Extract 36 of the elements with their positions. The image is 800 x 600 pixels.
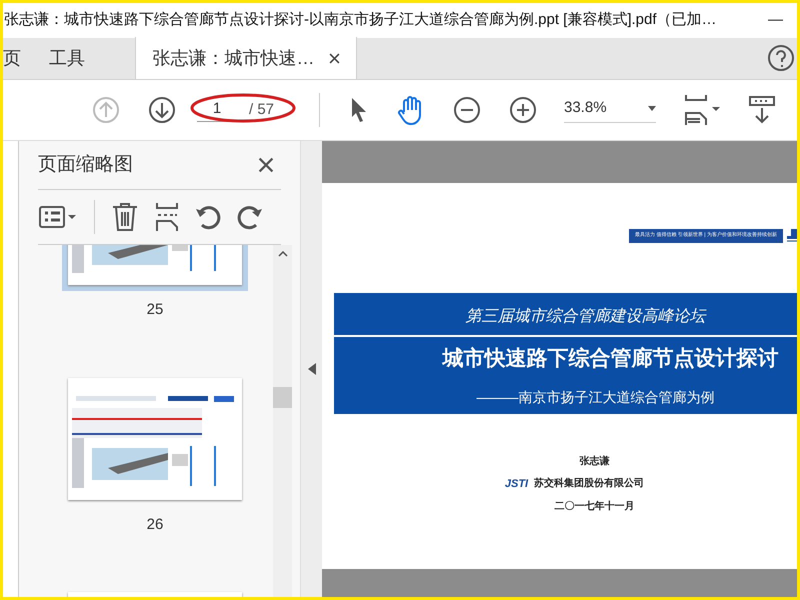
scroll-thumb[interactable] [273, 387, 292, 408]
scroll-mode-icon[interactable] [748, 94, 776, 126]
page-total: / 57 [249, 100, 274, 120]
slide-caption: ———南京市扬子江大道综合管廊为例 [476, 388, 714, 406]
zoom-dropdown[interactable]: 33.8% [564, 97, 656, 123]
options-icon[interactable] [38, 205, 78, 229]
panel-title: 页面缩略图 [38, 152, 133, 177]
page-break-icon[interactable] [155, 202, 179, 232]
minimize-button[interactable]: — [768, 9, 783, 32]
slide-subtitle: 第三届城市综合管廊建设高峰论坛 [466, 306, 706, 327]
author-name: 张志谦 [580, 454, 610, 468]
page-number: 25 [146, 300, 164, 320]
help-icon[interactable] [767, 44, 795, 72]
tab[interactable]: 工具 [27, 37, 107, 79]
tab[interactable]: 张志谦：城市快速… [135, 37, 357, 79]
date: 二〇一七年十一月 [554, 500, 634, 514]
close-icon[interactable] [328, 52, 340, 64]
next-page-icon[interactable] [147, 95, 177, 125]
company-name: 苏交科集团股份有限公司 [534, 476, 644, 492]
collapse-panel-icon[interactable] [308, 363, 316, 375]
scrollbar[interactable] [273, 245, 292, 597]
zoom-out-icon[interactable] [452, 95, 482, 125]
page-number-field[interactable]: 1 [197, 98, 237, 122]
tab[interactable]: 页 [3, 37, 27, 79]
rotate-right-icon[interactable] [237, 203, 263, 231]
close-icon[interactable] [258, 157, 274, 173]
fit-page-icon[interactable] [682, 93, 722, 127]
slide-title: 城市快速路下综合管廊节点设计探讨 [442, 346, 778, 372]
rotate-left-icon[interactable] [195, 203, 221, 231]
company-logo: JSTI [504, 476, 528, 492]
window-title: 张志谦：城市快速路下综合管廊节点设计探讨-以南京市扬子江大道综合管廊为例.ppt [兼容模式].pdf（已加… [4, 10, 717, 30]
page-number: 26 [146, 514, 164, 534]
logo-icon [787, 229, 797, 243]
scroll-up-icon[interactable] [278, 251, 288, 257]
trash-icon[interactable] [111, 202, 139, 232]
zoom-in-icon[interactable] [508, 95, 538, 125]
